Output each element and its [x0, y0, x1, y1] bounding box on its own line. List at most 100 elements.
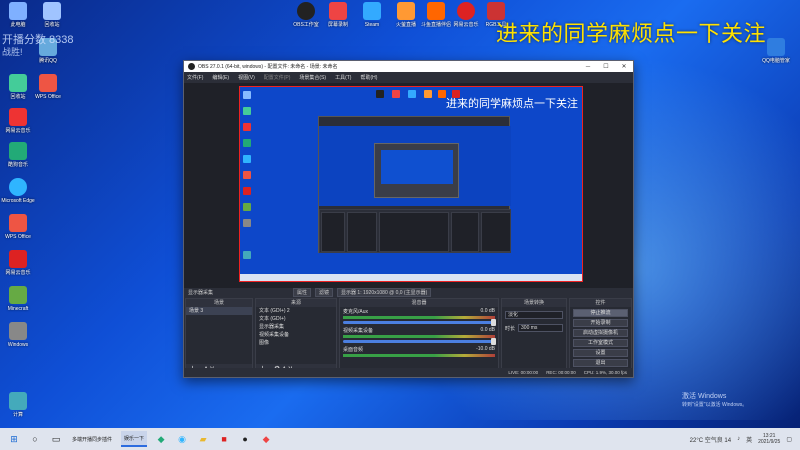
ime-indicator[interactable]: 英: [746, 435, 752, 444]
app-icon[interactable]: ◆: [259, 432, 273, 446]
window-title: OBS 27.0.1 (64-bit, windows) - 配置文件: 未命名…: [198, 64, 338, 70]
volume-meter: [343, 354, 495, 357]
nested-docks: [319, 209, 511, 253]
mini-desktop-icon: [243, 203, 251, 211]
scenes-header: 场景: [186, 299, 252, 307]
desktop-icon-calc[interactable]: 计算: [0, 392, 36, 418]
volume-icon[interactable]: ♪: [737, 436, 740, 442]
source-item[interactable]: 图像: [256, 339, 336, 347]
mini-desktop-icon: [408, 90, 416, 98]
steam-icon: [363, 2, 381, 20]
task-view-icon[interactable]: ▭: [49, 432, 63, 446]
sources-header: 来源: [256, 299, 336, 307]
desktop-icon-minecraft[interactable]: Minecraft: [0, 286, 36, 312]
obs-icon[interactable]: ●: [238, 432, 252, 446]
menu-view[interactable]: 视图(V): [238, 74, 255, 81]
live-icon: [427, 2, 445, 20]
desktop-icon-app3[interactable]: WPS Office: [30, 74, 66, 100]
exit-button[interactable]: 退出: [573, 359, 628, 367]
desktop-icon-recycle[interactable]: 回收站: [34, 2, 70, 28]
source-item[interactable]: 文本 (GDI+): [256, 315, 336, 323]
scenes-dock: 场景 场景 3 ＋ − ˄ ˅: [185, 298, 253, 376]
source-item[interactable]: 视频采集设备: [256, 331, 336, 339]
volume-meter: [343, 316, 495, 319]
app-icon: [39, 74, 57, 92]
canvas-overlay-text: 进来的同学麻烦点一下关注: [446, 97, 578, 110]
minimize-icon[interactable]: ─: [579, 64, 597, 70]
search-icon[interactable]: ○: [28, 432, 42, 446]
virtual-camera-button[interactable]: 启动虚拟摄像机: [573, 329, 628, 337]
notification-icon[interactable]: ▢: [786, 436, 792, 443]
sources-dock: 来源 文本 (GDI+) 2 文本 (GDI+) 显示器采集 视频采集设备 图像…: [255, 298, 337, 376]
mini-desktop-icon: [424, 90, 432, 98]
mini-desktop-icon: [243, 219, 251, 227]
start-recording-button[interactable]: 开始录制: [573, 319, 628, 327]
mini-desktop-icon: [243, 251, 251, 259]
mini-desktop-icon: [392, 90, 400, 98]
studio-mode-button[interactable]: 工作室模式: [573, 339, 628, 347]
activate-sub: 转到"设置"以激活 Windows。: [682, 402, 748, 408]
desktop-icon-app5[interactable]: 酷狗音乐: [0, 142, 36, 168]
menu-help[interactable]: 帮助(H): [360, 74, 377, 81]
duration-input[interactable]: 300 ms: [518, 324, 563, 332]
scene-item[interactable]: 场景 3: [186, 307, 252, 315]
transitions-header: 场景转换: [502, 299, 566, 307]
wps-icon: [9, 214, 27, 232]
taskbar-item-active[interactable]: 娱乐一下: [121, 431, 148, 447]
windows-icon: [9, 322, 27, 340]
weather[interactable]: 22°C 空气良 14: [690, 435, 731, 444]
maximize-icon[interactable]: ☐: [597, 63, 615, 70]
volume-meter: [343, 335, 495, 338]
cpu-status: CPU: 1.9%, 30.00 fps: [583, 370, 627, 375]
source-item[interactable]: 文本 (GDI+) 2: [256, 307, 336, 315]
transition-select[interactable]: 淡化: [505, 311, 563, 319]
music-icon: [457, 2, 475, 20]
app-icon[interactable]: ◆: [154, 432, 168, 446]
menu-edit[interactable]: 编辑(E): [212, 74, 229, 81]
desktop-icon-recorder[interactable]: 屏幕录制: [320, 2, 356, 28]
menu-tools[interactable]: 工具(T): [335, 74, 351, 81]
clock[interactable]: 13:21 2021/9/25: [758, 433, 780, 445]
calculator-icon: [9, 392, 27, 410]
app-icon: [9, 250, 27, 268]
desktop-icon-app6[interactable]: 网易云音乐: [0, 250, 36, 276]
folder-icon[interactable]: ▰: [196, 432, 210, 446]
mini-taskbar: [240, 274, 582, 281]
filters-button[interactable]: 滤镜: [315, 288, 334, 297]
desktop-icon-windows[interactable]: Windows: [0, 322, 36, 348]
channel-name: 桌面音频: [343, 347, 364, 353]
app-icon[interactable]: ■: [217, 432, 231, 446]
desktop-icon-this-pc[interactable]: 此电脑: [0, 2, 36, 28]
monitor-select[interactable]: 显示器 1: 1920x1080 @ 0,0 (主显示器): [337, 288, 432, 297]
windows-taskbar: ⊞ ○ ▭ 多端开播同步插件 娱乐一下 ◆ ◉ ▰ ■ ● ◆ 22°C 空气良…: [0, 428, 800, 450]
settings-button[interactable]: 设置: [573, 349, 628, 357]
volume-slider[interactable]: [343, 338, 496, 345]
desktop-icon-wps[interactable]: WPS Office: [0, 214, 36, 240]
nested-canvas-2: [381, 150, 453, 184]
volume-slider[interactable]: [343, 319, 496, 326]
system-tray: 22°C 空气良 14 ♪ 英 13:21 2021/9/25 ▢: [690, 433, 800, 445]
follow-overlay-text: 进来的同学麻烦点一下关注: [496, 22, 767, 47]
menu-scene-collection[interactable]: 场景集合(S): [299, 74, 326, 81]
desktop-icon-edge[interactable]: Microsoft Edge: [0, 178, 36, 204]
menu-file[interactable]: 文件(F): [187, 74, 203, 81]
mixer-channel: 麦克风/Aux 0.0 dB: [340, 307, 498, 326]
properties-button[interactable]: 属性: [293, 288, 312, 297]
stop-streaming-button[interactable]: 停止推流: [573, 309, 628, 317]
status-bar: LIVE: 00:00:00 REC: 00:00:00 CPU: 1.9%, …: [184, 368, 633, 377]
edge-icon[interactable]: ◉: [175, 432, 189, 446]
menu-profile[interactable]: 配置文件(P): [264, 74, 291, 81]
start-icon[interactable]: ⊞: [7, 432, 21, 446]
source-item[interactable]: 显示器采集: [256, 323, 336, 331]
preview-area[interactable]: 进来的同学麻烦点一下关注: [184, 83, 633, 288]
preview-canvas[interactable]: 进来的同学麻烦点一下关注: [239, 86, 583, 282]
desktop-icon-app4[interactable]: 网易云音乐: [0, 108, 36, 134]
controls-header: 控件: [570, 299, 631, 307]
taskbar-item[interactable]: 多端开播同步插件: [69, 431, 115, 447]
desktop-icon-steam[interactable]: Steam: [354, 2, 390, 28]
obs-title-bar[interactable]: OBS 27.0.1 (64-bit, windows) - 配置文件: 未命名…: [184, 61, 633, 72]
close-icon[interactable]: ✕: [615, 63, 633, 70]
activate-title: 激活 Windows: [682, 393, 727, 400]
edge-icon: [9, 178, 27, 196]
desktop-icon-obs[interactable]: OBS工作室: [288, 2, 324, 28]
